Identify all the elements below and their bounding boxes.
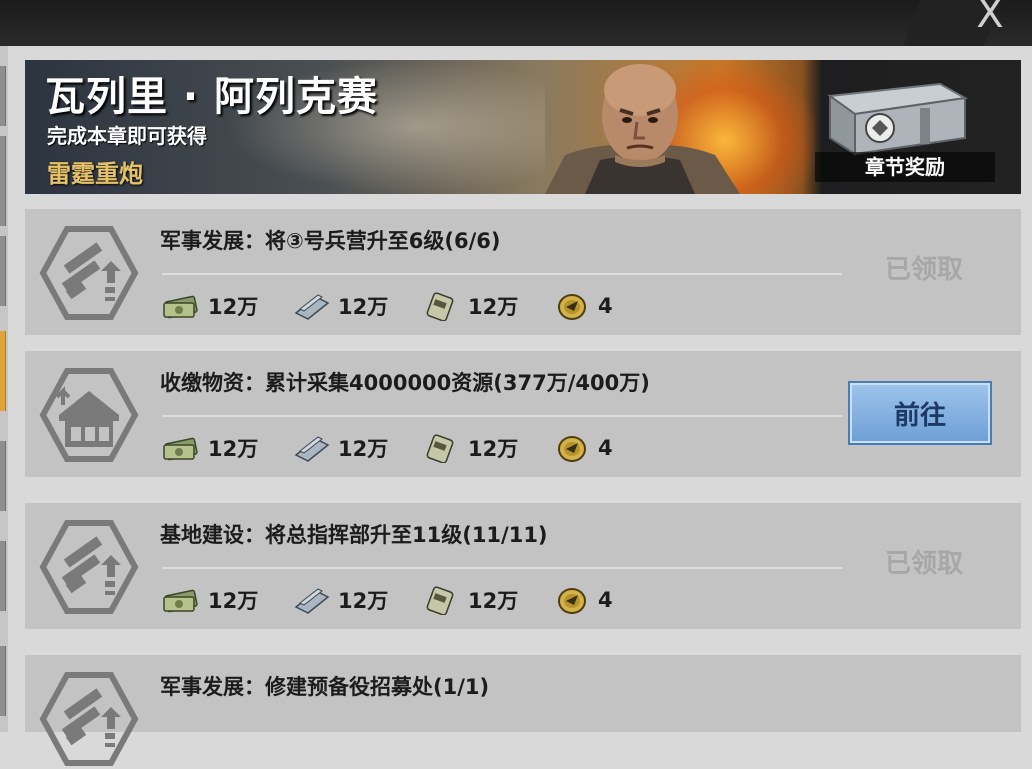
task-title: 基地建设：将总指挥部升至11级(11/11) [160,523,548,547]
divider [162,567,842,569]
go-to-button[interactable]: 前往 [848,381,992,445]
reward-amount: 12万 [338,295,389,319]
reward-item: 12万 [292,291,422,321]
chapter-banner: 瓦列里 · 阿列克赛 完成本章即可获得 雷霆重炮 章节奖励 [25,60,1021,194]
military-development-icon [39,223,139,323]
reward-item: 12万 [162,433,292,463]
side-tab-5[interactable] [0,441,6,511]
gold-coin-icon [552,585,592,615]
reward-item: 12万 [292,585,422,615]
oil-icon [422,291,462,321]
divider [162,415,842,417]
side-tab-1[interactable] [0,66,6,126]
side-tab-6[interactable] [0,541,6,611]
reward-item: 12万 [292,433,422,463]
reward-list: 12万 12万 12万 4 [162,583,682,617]
commander-name: 瓦列里 · 阿列克赛 [45,74,379,120]
side-tab-2[interactable] [0,136,6,226]
side-tab-strip [0,46,8,732]
cash-icon [162,433,202,463]
reward-amount: 12万 [208,437,259,461]
task-card-1: 军事发展：将③号兵营升至6级(6/6) 12万 12万 12万 4 已领取 [25,209,1021,335]
cash-icon [162,291,202,321]
divider [162,273,842,275]
close-button[interactable]: X [968,0,1012,34]
cash-icon [162,585,202,615]
military-development-icon [39,517,139,617]
gold-coin-icon [552,291,592,321]
task-card-2: 收缴物资：累计采集4000000资源(377万/400万) 12万 12万 12… [25,351,1021,477]
task-title: 军事发展：修建预备役招募处(1/1) [160,675,490,699]
reward-item: 12万 [422,585,552,615]
commander-portrait [545,64,740,194]
reward-amount: 4 [598,294,613,318]
task-title: 军事发展：将③号兵营升至6级(6/6) [160,229,501,253]
chapter-reward-name: 雷霆重炮 [47,160,143,188]
reward-amount: 12万 [338,437,389,461]
reward-list: 12万 12万 12万 4 [162,431,682,465]
reward-item: 4 [552,433,682,463]
reward-amount: 12万 [208,589,259,613]
reward-item: 12万 [422,291,552,321]
side-tab-7[interactable] [0,646,6,716]
reward-amount: 12万 [468,295,519,319]
reward-amount: 4 [598,436,613,460]
reward-item: 4 [552,585,682,615]
task-card-3: 基地建设：将总指挥部升至11级(11/11) 12万 12万 12万 4 已领取 [25,503,1021,629]
reward-item: 4 [552,291,682,321]
steel-icon [292,433,332,463]
side-tab-4-active[interactable] [0,331,6,411]
reward-item: 12万 [162,585,292,615]
reward-amount: 12万 [468,437,519,461]
oil-icon [422,585,462,615]
military-development-icon [39,669,139,769]
reward-amount: 12万 [338,589,389,613]
top-bar: X [0,0,1032,46]
reward-list: 12万 12万 12万 4 [162,289,682,323]
reward-item: 12万 [422,433,552,463]
reward-chest-icon [827,82,969,156]
steel-icon [292,585,332,615]
reward-amount: 12万 [468,589,519,613]
collect-resources-icon [39,365,139,465]
side-tab-3[interactable] [0,236,6,306]
claimed-status: 已领取 [884,255,963,285]
claimed-status: 已领取 [884,549,963,579]
reward-amount: 12万 [208,295,259,319]
reward-item: 12万 [162,291,292,321]
banner-subtitle: 完成本章即可获得 [47,124,207,148]
reward-amount: 4 [598,588,613,612]
task-card-4: 军事发展：修建预备役招募处(1/1) [25,655,1021,732]
task-title: 收缴物资：累计采集4000000资源(377万/400万) [160,371,650,395]
oil-icon [422,433,462,463]
steel-icon [292,291,332,321]
gold-coin-icon [552,433,592,463]
chapter-reward-button[interactable]: 章节奖励 [815,152,995,182]
